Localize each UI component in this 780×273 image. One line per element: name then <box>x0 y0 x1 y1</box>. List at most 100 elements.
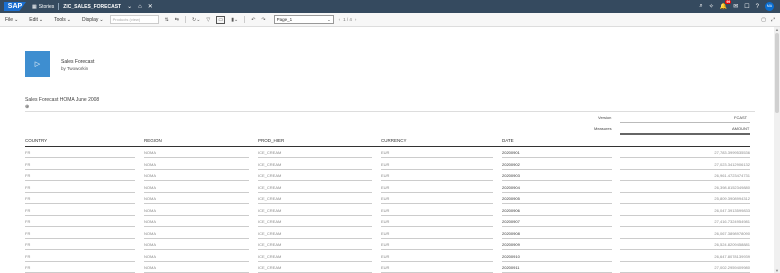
table-view-icon[interactable]: ▭ <box>216 15 226 24</box>
table-cell[interactable]: EUR <box>381 219 389 224</box>
table-cell[interactable]: NOMA <box>144 185 156 190</box>
table-cell[interactable]: EUR <box>381 265 389 270</box>
chat-icon[interactable]: ✉ <box>733 3 738 10</box>
table-cell[interactable]: 20200908 <box>502 231 520 236</box>
menu-tools[interactable]: Tools ⌄ <box>54 17 71 23</box>
amount-cell[interactable]: 27,783.3999535536 <box>714 150 750 155</box>
amount-cell[interactable]: 27,416.7324954981 <box>714 219 750 224</box>
table-cell[interactable]: ICE_CREAM <box>258 196 281 201</box>
column-header[interactable]: COUNTRY <box>25 138 47 143</box>
home-icon[interactable]: ⌂ <box>138 4 142 10</box>
table-cell[interactable]: 20200905 <box>502 196 520 201</box>
table-cell[interactable]: FR <box>25 196 30 201</box>
table-cell[interactable]: ICE_CREAM <box>258 242 281 247</box>
table-cell[interactable]: NOMA <box>144 231 156 236</box>
table-cell[interactable]: FR <box>25 254 30 259</box>
table-cell[interactable]: EUR <box>381 242 389 247</box>
table-cell[interactable]: ICE_CREAM <box>258 150 281 155</box>
help-icon[interactable]: ? <box>756 4 759 10</box>
table-cell[interactable]: NOMA <box>144 254 156 259</box>
table-cell[interactable]: NOMA <box>144 208 156 213</box>
table-cell[interactable]: EUR <box>381 185 389 190</box>
app-switcher[interactable]: ▦ Stories <box>32 4 54 10</box>
story-tile[interactable]: ▷ <box>25 51 50 77</box>
table-cell[interactable]: ICE_CREAM <box>258 173 281 178</box>
table-cell[interactable]: EUR <box>381 254 389 259</box>
feedback-icon[interactable]: ☐ <box>744 3 749 10</box>
table-cell[interactable]: ICE_CREAM <box>258 185 281 190</box>
column-header[interactable]: REGION <box>144 138 162 143</box>
table-cell[interactable]: EUR <box>381 196 389 201</box>
table-cell[interactable]: ICE_CREAM <box>258 208 281 213</box>
fullscreen-icon[interactable]: ⤢ <box>771 17 775 23</box>
table-cell[interactable]: FR <box>25 265 30 270</box>
table-row[interactable]: FR NOMA ICE_CREAM EUR 20200910 26,647.8078139… <box>25 251 750 262</box>
comment-icon[interactable]: ▢ <box>761 17 766 23</box>
column-header[interactable]: DATE <box>502 138 514 143</box>
table-widget-icon[interactable]: ⊕ <box>25 104 29 110</box>
table-cell[interactable]: ICE_CREAM <box>258 231 281 236</box>
column-header[interactable]: PROD_HIER <box>258 138 284 143</box>
table-cell[interactable]: FR <box>25 185 30 190</box>
table-cell[interactable]: 20200907 <box>502 219 520 224</box>
table-cell[interactable]: EUR <box>381 162 389 167</box>
swap-icon[interactable]: ⇅ <box>165 17 169 23</box>
redo-icon[interactable]: ↷ <box>261 17 265 23</box>
amount-cell[interactable]: 25,809.3908994312 <box>714 196 750 201</box>
table-cell[interactable]: ICE_CREAM <box>258 219 281 224</box>
drill-icon[interactable]: ⇆ <box>175 17 179 23</box>
page-select[interactable]: Page_1 ⌄ <box>273 15 334 24</box>
table-cell[interactable]: FR <box>25 162 30 167</box>
table-cell[interactable]: FR <box>25 219 30 224</box>
table-cell[interactable]: NOMA <box>144 150 156 155</box>
close-icon[interactable]: ✕ <box>148 3 153 10</box>
undo-icon[interactable]: ↶ <box>251 17 255 23</box>
amount-cell[interactable]: 27,023.3412906132 <box>714 162 750 167</box>
table-cell[interactable]: EUR <box>381 231 389 236</box>
table-cell[interactable]: FR <box>25 173 30 178</box>
table-row[interactable]: FR NOMA ICE_CREAM EUR 20200906 26,047.3913599… <box>25 205 750 216</box>
vertical-scrollbar[interactable]: ▲ ▼ <box>774 27 780 273</box>
amount-cell[interactable]: 26,524.8209458881 <box>714 242 750 247</box>
menu-display[interactable]: Display ⌄ <box>82 17 104 23</box>
amount-cell[interactable]: 27,002.2959409980 <box>714 265 750 270</box>
scroll-up-icon[interactable]: ▲ <box>775 27 779 32</box>
table-row[interactable]: FR NOMA ICE_CREAM EUR 20200901 27,783.3999535… <box>25 147 750 158</box>
avatar[interactable]: MA <box>765 2 774 11</box>
table-cell[interactable]: ICE_CREAM <box>258 162 281 167</box>
scroll-thumb[interactable] <box>775 33 779 113</box>
table-row[interactable]: FR NOMA ICE_CREAM EUR 20200909 26,524.8209458… <box>25 239 750 250</box>
lightbulb-icon[interactable]: ✧ <box>709 3 714 10</box>
format-icon[interactable]: ▮⌄ <box>231 17 238 23</box>
table-cell[interactable]: EUR <box>381 150 389 155</box>
table-row[interactable]: FR NOMA ICE_CREAM EUR 20200908 26,067.3898978… <box>25 228 750 239</box>
table-cell[interactable]: ICE_CREAM <box>258 265 281 270</box>
table-cell[interactable]: 20200904 <box>502 185 520 190</box>
table-cell[interactable]: EUR <box>381 173 389 178</box>
table-cell[interactable]: 20200903 <box>502 173 520 178</box>
table-cell[interactable]: FR <box>25 208 30 213</box>
notifications-icon[interactable]: 🔔 99 <box>720 0 732 10</box>
table-cell[interactable]: 20200902 <box>502 162 520 167</box>
amount-cell[interactable]: 26,047.3913599833 <box>714 208 750 213</box>
table-row[interactable]: FR NOMA ICE_CREAM EUR 20200904 26,398.8152349… <box>25 182 750 193</box>
prev-page-icon[interactable]: ‹ <box>339 17 341 22</box>
scroll-down-icon[interactable]: ▼ <box>775 268 779 273</box>
sap-logo[interactable]: SAP <box>4 2 26 11</box>
table-cell[interactable]: FR <box>25 150 30 155</box>
menu-file[interactable]: File ⌄ <box>5 17 18 23</box>
menu-edit[interactable]: Edit ⌄ <box>29 17 43 23</box>
amount-cell[interactable]: 26,647.8078139939 <box>714 254 750 259</box>
amount-cell[interactable]: 26,398.8152349880 <box>714 185 750 190</box>
toolbar-search-input[interactable]: Products (view) <box>109 15 159 24</box>
chevron-down-icon[interactable]: ⌄ <box>127 3 132 10</box>
table-cell[interactable]: 20200911 <box>502 265 520 270</box>
table-cell[interactable]: NOMA <box>144 162 156 167</box>
table-cell[interactable]: 20200901 <box>502 150 520 155</box>
table-row[interactable]: FR NOMA ICE_CREAM EUR 20200911 27,002.2959409… <box>25 262 750 273</box>
table-cell[interactable]: EUR <box>381 208 389 213</box>
table-cell[interactable]: NOMA <box>144 242 156 247</box>
table-cell[interactable]: 20200909 <box>502 242 520 247</box>
filter-icon[interactable]: ▽ <box>206 17 210 23</box>
table-cell[interactable]: NOMA <box>144 196 156 201</box>
